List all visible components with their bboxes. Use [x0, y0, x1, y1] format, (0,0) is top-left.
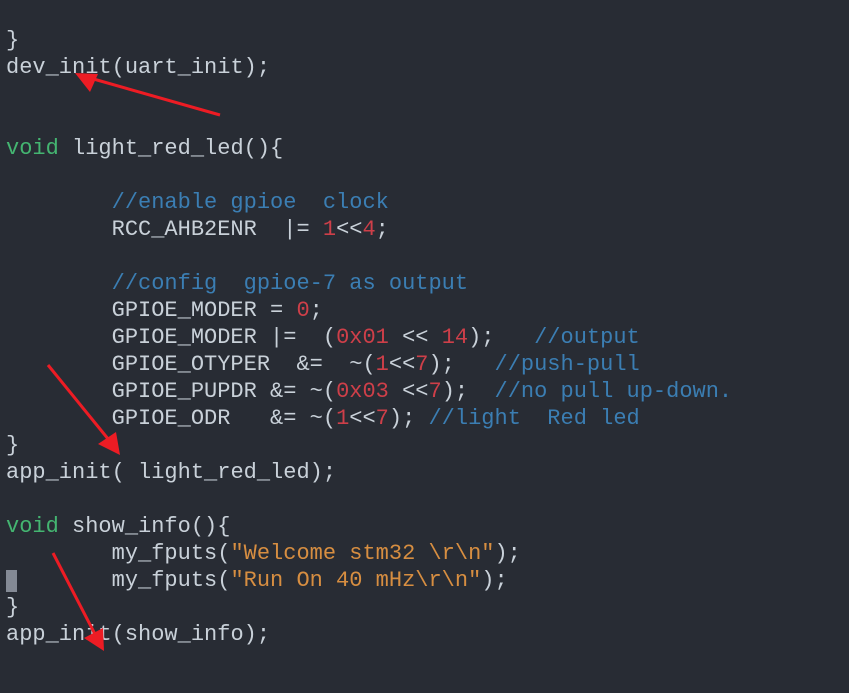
void-keyword: void: [6, 136, 59, 161]
shift-op: <<: [389, 352, 415, 377]
app-init-call: app_init: [6, 460, 112, 485]
close-paren: );: [428, 352, 494, 377]
close-brace: }: [6, 433, 19, 458]
show-info-fn: show_info: [72, 514, 191, 539]
shift-op: <<: [336, 217, 362, 242]
comment-output: //output: [534, 325, 640, 350]
comment-no-pull: //no pull up-down.: [495, 379, 733, 404]
num-1: 1: [376, 352, 389, 377]
app-init-args: ( light_red_led);: [112, 460, 336, 485]
comment-push-pull: //push-pull: [495, 352, 640, 377]
close-paren: );: [442, 379, 495, 404]
num-0x01: 0x01: [336, 325, 389, 350]
app-init-call: app_init: [6, 622, 112, 647]
space: [59, 514, 72, 539]
moder-zero-line: GPIOE_MODER =: [6, 298, 296, 323]
shift-op: <<: [389, 325, 442, 350]
fn-open: (){: [191, 514, 231, 539]
semicolon: ;: [310, 298, 323, 323]
string-run-on: "Run On 40 mHz\r\n": [230, 568, 481, 593]
num-7: 7: [428, 379, 441, 404]
odr-line: GPIOE_ODR &= ~(: [6, 406, 336, 431]
num-7: 7: [415, 352, 428, 377]
num-0x03: 0x03: [336, 379, 389, 404]
text-cursor: [6, 570, 17, 592]
comment-enable-clock: //enable gpioe clock: [6, 190, 389, 215]
num-0: 0: [296, 298, 309, 323]
comment-config-gpioe: //config gpioe-7 as output: [6, 271, 468, 296]
comment-light-red: //light Red led: [428, 406, 639, 431]
light-red-led-fn: light_red_led: [72, 136, 244, 161]
string-welcome: "Welcome stm32 \r\n": [230, 541, 494, 566]
code-editor[interactable]: } dev_init(uart_init); void light_red_le…: [0, 0, 849, 648]
fputs-call: my_fputs(: [6, 568, 230, 593]
num-7: 7: [376, 406, 389, 431]
close-call: );: [494, 541, 520, 566]
num-1: 1: [323, 217, 336, 242]
num-1: 1: [336, 406, 349, 431]
fn-open: (){: [244, 136, 284, 161]
close-paren: );: [389, 406, 429, 431]
void-keyword: void: [6, 514, 59, 539]
close-call: );: [481, 568, 507, 593]
semicolon: ;: [376, 217, 389, 242]
num-4: 4: [362, 217, 375, 242]
close-brace: }: [6, 595, 19, 620]
dev-init-args: (uart_init);: [112, 55, 270, 80]
otyper-line: GPIOE_OTYPER &= ~(: [6, 352, 376, 377]
rcc-line: RCC_AHB2ENR |=: [6, 217, 323, 242]
moder-or-line: GPIOE_MODER |= (: [6, 325, 336, 350]
fputs-call: my_fputs(: [6, 541, 230, 566]
space: [59, 136, 72, 161]
dev-init-call: dev_init: [6, 55, 112, 80]
shift-op: <<: [389, 379, 429, 404]
close-brace: }: [6, 28, 19, 53]
pupdr-line: GPIOE_PUPDR &= ~(: [6, 379, 336, 404]
shift-op: <<: [349, 406, 375, 431]
close-paren: );: [468, 325, 534, 350]
num-14: 14: [442, 325, 468, 350]
app-init-args: (show_info);: [112, 622, 270, 647]
